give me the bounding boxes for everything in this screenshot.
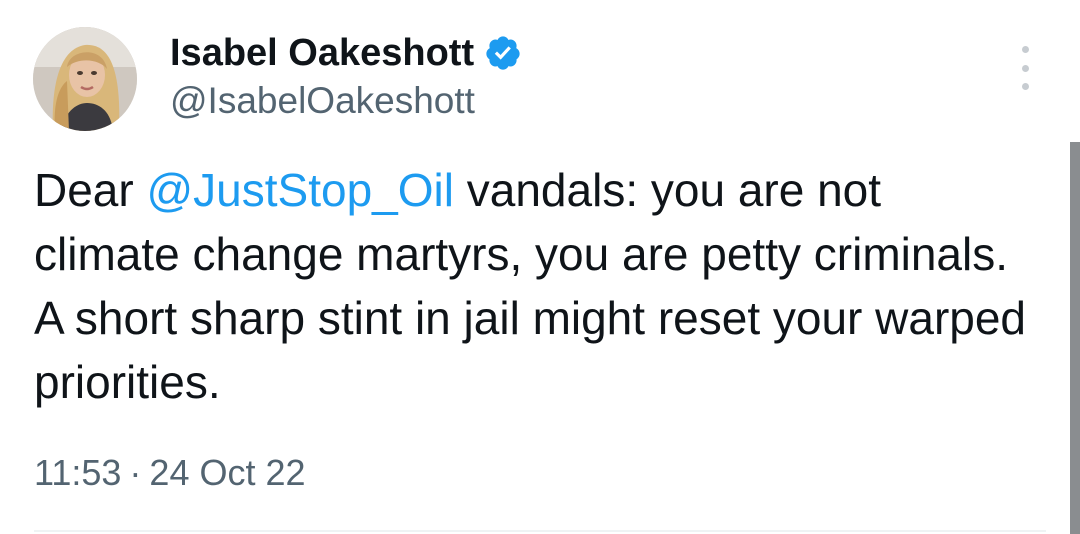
author-handle[interactable]: @IsabelOakeshott	[170, 80, 475, 122]
tweet-text-start: Dear	[34, 164, 147, 216]
more-options-button[interactable]	[1012, 46, 1038, 90]
divider	[34, 530, 1046, 532]
tweet-text: Dear @JustStop_Oil vandals: you are not …	[34, 158, 1034, 414]
tweet-time[interactable]: 11:53	[34, 452, 121, 493]
display-name[interactable]: Isabel Oakeshott	[170, 32, 474, 75]
tweet-timestamp: 11:53 · 24 Oct 22	[34, 452, 306, 494]
more-vertical-icon-dot	[1021, 64, 1029, 72]
verified-badge-icon[interactable]	[484, 34, 522, 72]
tweet-card: Isabel Oakeshott @IsabelOakeshott Dear @…	[0, 0, 1080, 534]
mention-link[interactable]: @JustStop_Oil	[146, 164, 454, 216]
more-vertical-icon	[1021, 46, 1029, 53]
avatar-photo-icon	[33, 27, 137, 131]
meta-separator: ·	[129, 452, 142, 493]
author-name-row: Isabel Oakeshott	[170, 28, 522, 78]
more-vertical-icon-dot	[1021, 83, 1029, 90]
avatar[interactable]	[33, 27, 137, 131]
scrollbar[interactable]	[1070, 142, 1080, 534]
tweet-date[interactable]: 24 Oct 22	[149, 452, 305, 493]
